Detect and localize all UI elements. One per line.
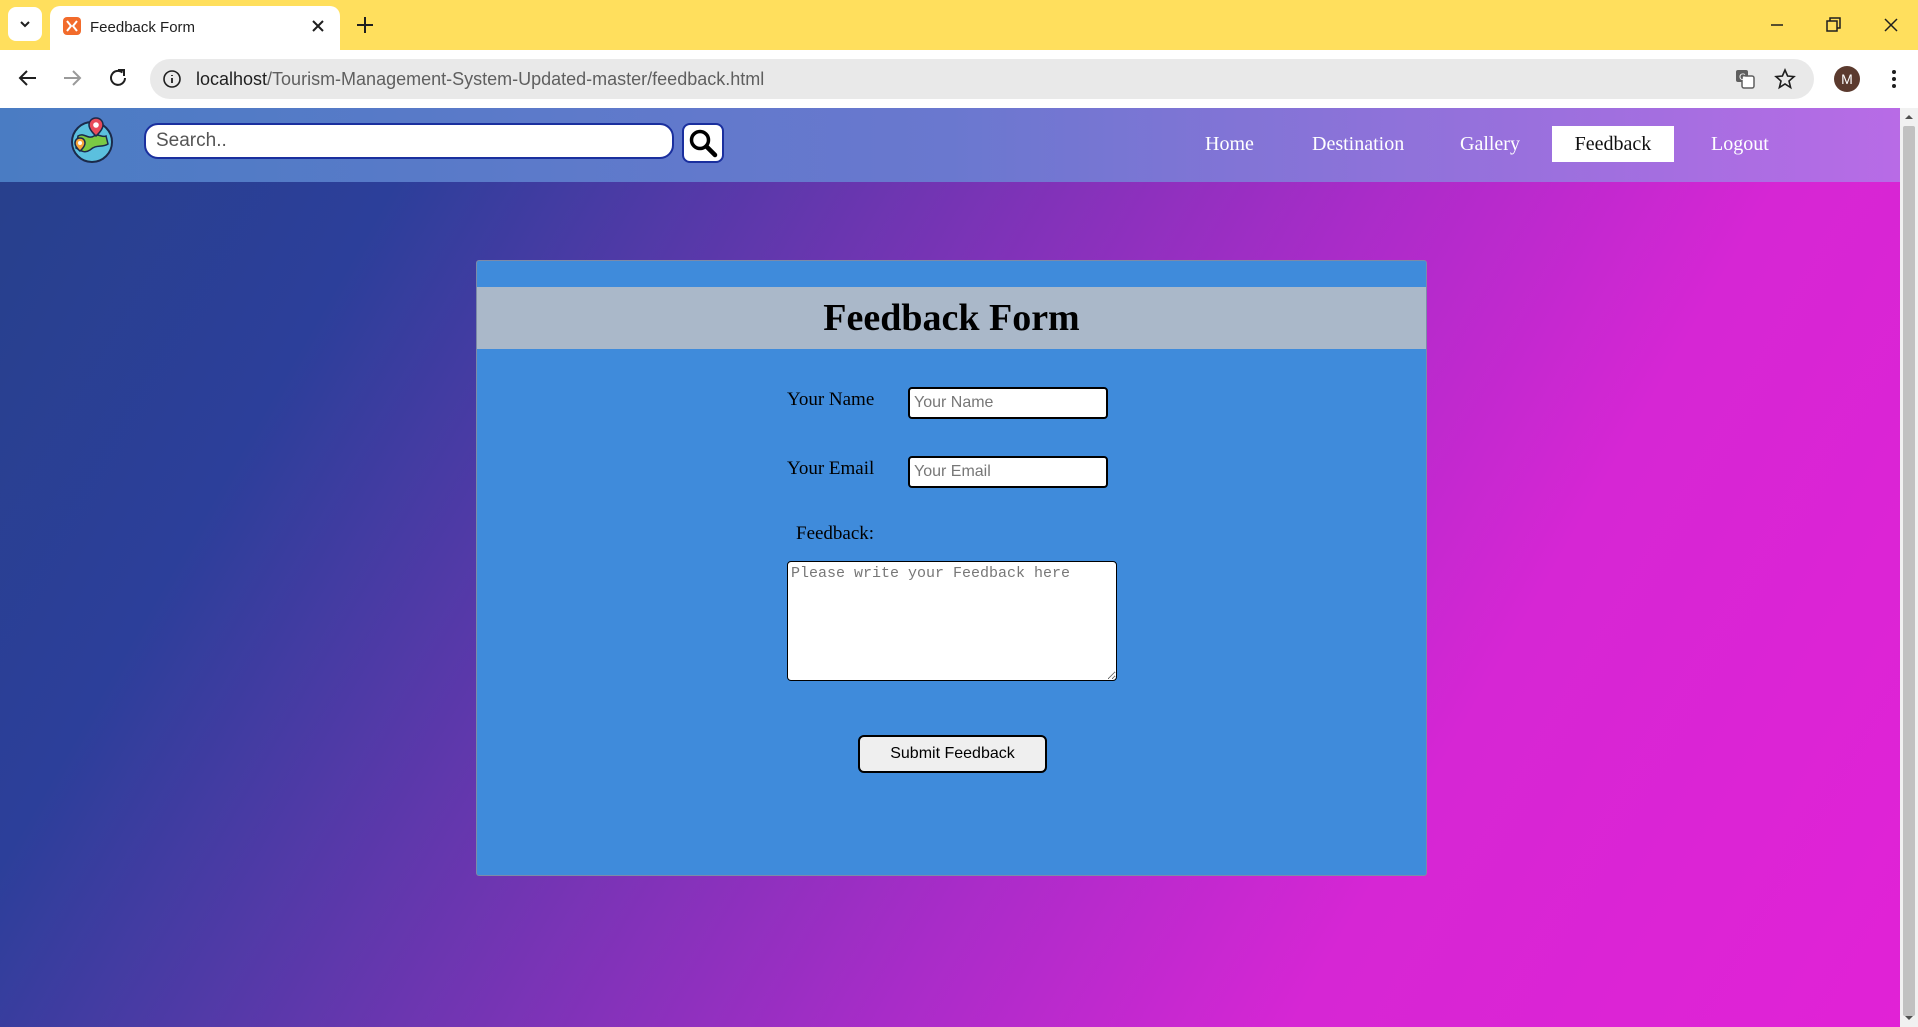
more-menu-icon[interactable]	[1882, 66, 1906, 92]
page-title: Feedback Form	[823, 297, 1080, 339]
name-label: Your Name	[787, 389, 875, 410]
svg-text:G: G	[1739, 73, 1746, 83]
feedback-form-card: Feedback Form Your Name Your Email Feedb…	[476, 260, 1427, 876]
email-field[interactable]	[908, 456, 1108, 488]
card-header: Feedback Form	[477, 287, 1426, 349]
tab-title: Feedback Form	[90, 19, 196, 36]
nav-feedback-link[interactable]: Feedback	[1552, 126, 1674, 162]
site-search-button[interactable]	[682, 123, 724, 163]
minimize-icon[interactable]	[1766, 14, 1788, 36]
site-info-icon[interactable]	[162, 69, 182, 89]
nav-gallery-link[interactable]: Gallery	[1440, 126, 1540, 162]
page-viewport: Home Destination Gallery Feedback Logout…	[0, 108, 1900, 1027]
url-host: localhost	[196, 69, 268, 89]
feedback-label: Feedback:	[796, 523, 875, 544]
feedback-textarea[interactable]	[787, 561, 1117, 681]
globe-logo-icon[interactable]	[66, 114, 118, 166]
nav-home-link[interactable]: Home	[1185, 126, 1274, 162]
nav-destination-link[interactable]: Destination	[1292, 126, 1424, 162]
browser-tabstrip: Feedback Form	[0, 0, 1918, 50]
profile-avatar[interactable]: M	[1834, 66, 1860, 92]
bookmark-star-icon[interactable]	[1774, 68, 1796, 90]
site-navbar: Home Destination Gallery Feedback Logout	[0, 108, 1900, 182]
forward-arrow-icon[interactable]	[58, 64, 86, 92]
translate-icon[interactable]: G	[1734, 68, 1756, 90]
submit-feedback-button[interactable]: Submit Feedback	[858, 735, 1047, 773]
nav-logout-link[interactable]: Logout	[1691, 126, 1789, 162]
address-bar[interactable]: localhost/Tourism-Management-System-Upda…	[150, 59, 1814, 99]
search-icon	[689, 129, 718, 158]
back-arrow-icon[interactable]	[14, 64, 42, 92]
reload-icon[interactable]	[104, 64, 132, 92]
scroll-up-arrow-icon[interactable]	[1904, 112, 1914, 122]
scroll-down-arrow-icon[interactable]	[1904, 1013, 1914, 1023]
scrollbar-thumb[interactable]	[1903, 126, 1915, 1016]
email-label: Your Email	[787, 458, 875, 479]
browser-tab[interactable]: Feedback Form	[50, 6, 340, 50]
url-text: localhost/Tourism-Management-System-Upda…	[196, 69, 764, 90]
site-search-input[interactable]	[144, 123, 674, 159]
tab-search-button[interactable]	[8, 7, 42, 41]
name-field[interactable]	[908, 387, 1108, 419]
xampp-favicon-icon	[63, 17, 81, 35]
close-window-icon[interactable]	[1880, 14, 1902, 36]
browser-toolbar: localhost/Tourism-Management-System-Upda…	[0, 50, 1918, 108]
close-tab-icon[interactable]	[308, 16, 328, 36]
page-scrollbar[interactable]	[1900, 108, 1918, 1027]
new-tab-icon[interactable]	[354, 14, 376, 36]
chevron-down-icon	[20, 21, 30, 28]
restore-icon[interactable]	[1822, 14, 1844, 36]
url-path: /Tourism-Management-System-Updated-maste…	[267, 69, 765, 89]
